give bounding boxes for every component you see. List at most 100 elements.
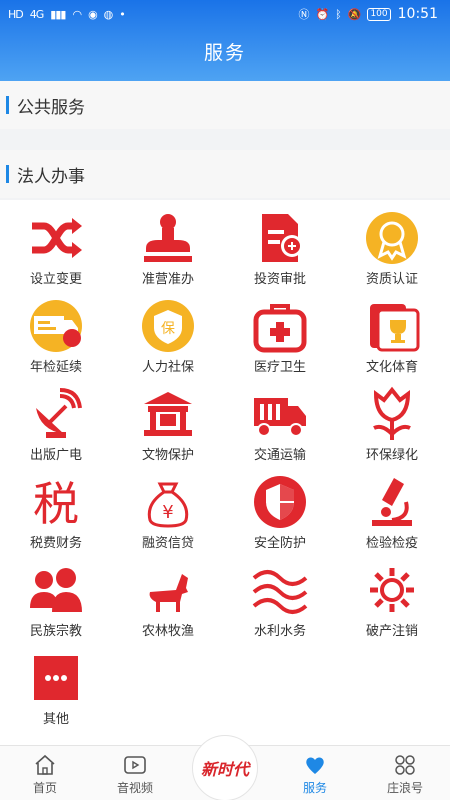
service-item[interactable]: 保人力社保 [112, 292, 224, 380]
service-item[interactable]: 文化体育 [336, 292, 448, 380]
service-item-label: 资质认证 [365, 272, 418, 287]
service-item[interactable]: 农林牧渔 [112, 556, 224, 644]
tab-label: 服务 [302, 781, 327, 795]
section-accent-bar [6, 165, 9, 183]
seal-stamp-icon [138, 210, 198, 266]
section-legal-affairs: 法人办事 [0, 150, 450, 198]
chat-icon: ◍ [103, 7, 114, 21]
svg-text:税: 税 [33, 477, 79, 530]
service-item[interactable]: 交通运输 [224, 380, 336, 468]
service-item-label: 医疗卫生 [253, 360, 306, 375]
service-item[interactable]: 破产注销 [336, 556, 448, 644]
bluetooth-icon: ᛒ [335, 7, 342, 21]
microscope-icon [362, 474, 422, 530]
mute-icon: 🔕 [347, 7, 362, 21]
service-item-label: 其他 [42, 712, 69, 727]
signal-icon: ▮▮▮ [50, 7, 66, 21]
truck-icon [250, 386, 310, 442]
gear-icon [362, 562, 422, 618]
service-item[interactable]: 出版广电 [0, 380, 112, 468]
service-item-label: 融资信贷 [141, 536, 194, 551]
tax-character-icon: 税 [26, 474, 86, 531]
service-item-label: 出版广电 [29, 448, 82, 463]
service-item-label: 税费财务 [29, 536, 82, 551]
logo-text: 新时代 [200, 760, 249, 779]
top-header: HD 4G ▮▮▮ ◠ ◉ ◍ • Ⓝ ⏰ ᛒ 🔕 100 10:51 服务 [0, 0, 450, 81]
service-item-label: 人力社保 [141, 360, 194, 375]
service-item-label: 破产注销 [365, 624, 418, 639]
service-item[interactable]: 文物保护 [112, 380, 224, 468]
status-time: 10:51 [397, 6, 438, 22]
tab-label: 庄浪号 [386, 781, 423, 795]
section-public-services[interactable]: 公共服务 [0, 81, 450, 129]
trophy-icon [362, 298, 422, 354]
service-item-label: 安全防护 [253, 536, 306, 551]
service-item-label: 年检延续 [29, 360, 82, 375]
water-waves-icon [250, 562, 310, 618]
svg-text:保: 保 [161, 321, 175, 337]
tab-zhuanglang[interactable]: 庄浪号 [360, 746, 450, 800]
document-approval-icon [250, 210, 310, 266]
service-item[interactable]: 投资审批 [224, 204, 336, 292]
service-item-label: 准营准办 [141, 272, 194, 287]
money-bag-icon: ¥ [138, 474, 198, 530]
more-dots-icon [26, 650, 86, 706]
satellite-dish-icon [26, 386, 86, 442]
service-item[interactable]: 民族宗教 [0, 556, 112, 644]
nfc-icon: Ⓝ [298, 8, 309, 21]
home-icon [35, 754, 55, 775]
center-logo-button[interactable]: 新时代 [192, 735, 258, 800]
horse-icon [138, 562, 198, 618]
tab-video[interactable]: 音视频 [90, 746, 180, 800]
service-item-label: 民族宗教 [29, 624, 82, 639]
service-item[interactable]: 医疗卫生 [224, 292, 336, 380]
wifi-icon: ◠ [72, 7, 82, 21]
service-item[interactable]: 资质认证 [336, 204, 448, 292]
svg-text:¥: ¥ [162, 502, 173, 523]
page-title: 服务 [203, 42, 246, 64]
service-item[interactable]: 年检延续 [0, 292, 112, 380]
alarm-icon: ⏰ [315, 7, 329, 21]
service-item-label: 农林牧渔 [141, 624, 194, 639]
service-item[interactable]: 环保绿化 [336, 380, 448, 468]
heart-icon [306, 757, 324, 774]
service-item[interactable]: 安全防护 [224, 468, 336, 556]
service-item[interactable]: 税税费财务 [0, 468, 112, 556]
service-item-label: 投资审批 [253, 272, 306, 287]
insurance-shield-icon: 保 [138, 298, 198, 354]
service-item-label: 设立变更 [29, 272, 82, 287]
tab-home[interactable]: 首页 [0, 746, 90, 800]
service-item-label: 文化体育 [365, 360, 418, 375]
network-indicator: 4G [29, 7, 44, 21]
section-title: 法人办事 [17, 166, 85, 187]
status-bar: HD 4G ▮▮▮ ◠ ◉ ◍ • Ⓝ ⏰ ᛒ 🔕 100 10:51 [0, 0, 450, 28]
medical-kit-icon [250, 298, 310, 354]
play-icon [124, 756, 146, 774]
service-item[interactable]: 设立变更 [0, 204, 112, 292]
dot-icon: • [119, 7, 125, 21]
safety-shield-icon [250, 474, 310, 530]
tab-label: 音视频 [116, 781, 153, 795]
eye-icon: ◉ [88, 7, 98, 21]
service-item-label: 水利水务 [253, 624, 306, 639]
service-item[interactable]: 其他 [0, 644, 112, 732]
certificate-badge-icon [362, 210, 422, 266]
tab-label: 首页 [32, 781, 57, 795]
hd-indicator: HD [8, 7, 24, 21]
service-item[interactable]: 检验检疫 [336, 468, 448, 556]
section-accent-bar [6, 96, 9, 114]
service-item-label: 交通运输 [253, 448, 306, 463]
four-circles-icon [395, 755, 415, 775]
service-item[interactable]: ¥ 融资信贷 [112, 468, 224, 556]
service-item[interactable]: 准营准办 [112, 204, 224, 292]
battery-icon: 100 [367, 7, 391, 21]
heritage-building-icon [138, 386, 198, 442]
tulip-icon [362, 386, 422, 442]
service-item-label: 检验检疫 [365, 536, 418, 551]
tab-service[interactable]: 服务 [270, 746, 360, 800]
shuffle-icon [26, 210, 86, 266]
inspection-truck-icon [26, 298, 86, 354]
service-item-label: 环保绿化 [365, 448, 418, 463]
service-item[interactable]: 水利水务 [224, 556, 336, 644]
section-title: 公共服务 [17, 97, 85, 118]
